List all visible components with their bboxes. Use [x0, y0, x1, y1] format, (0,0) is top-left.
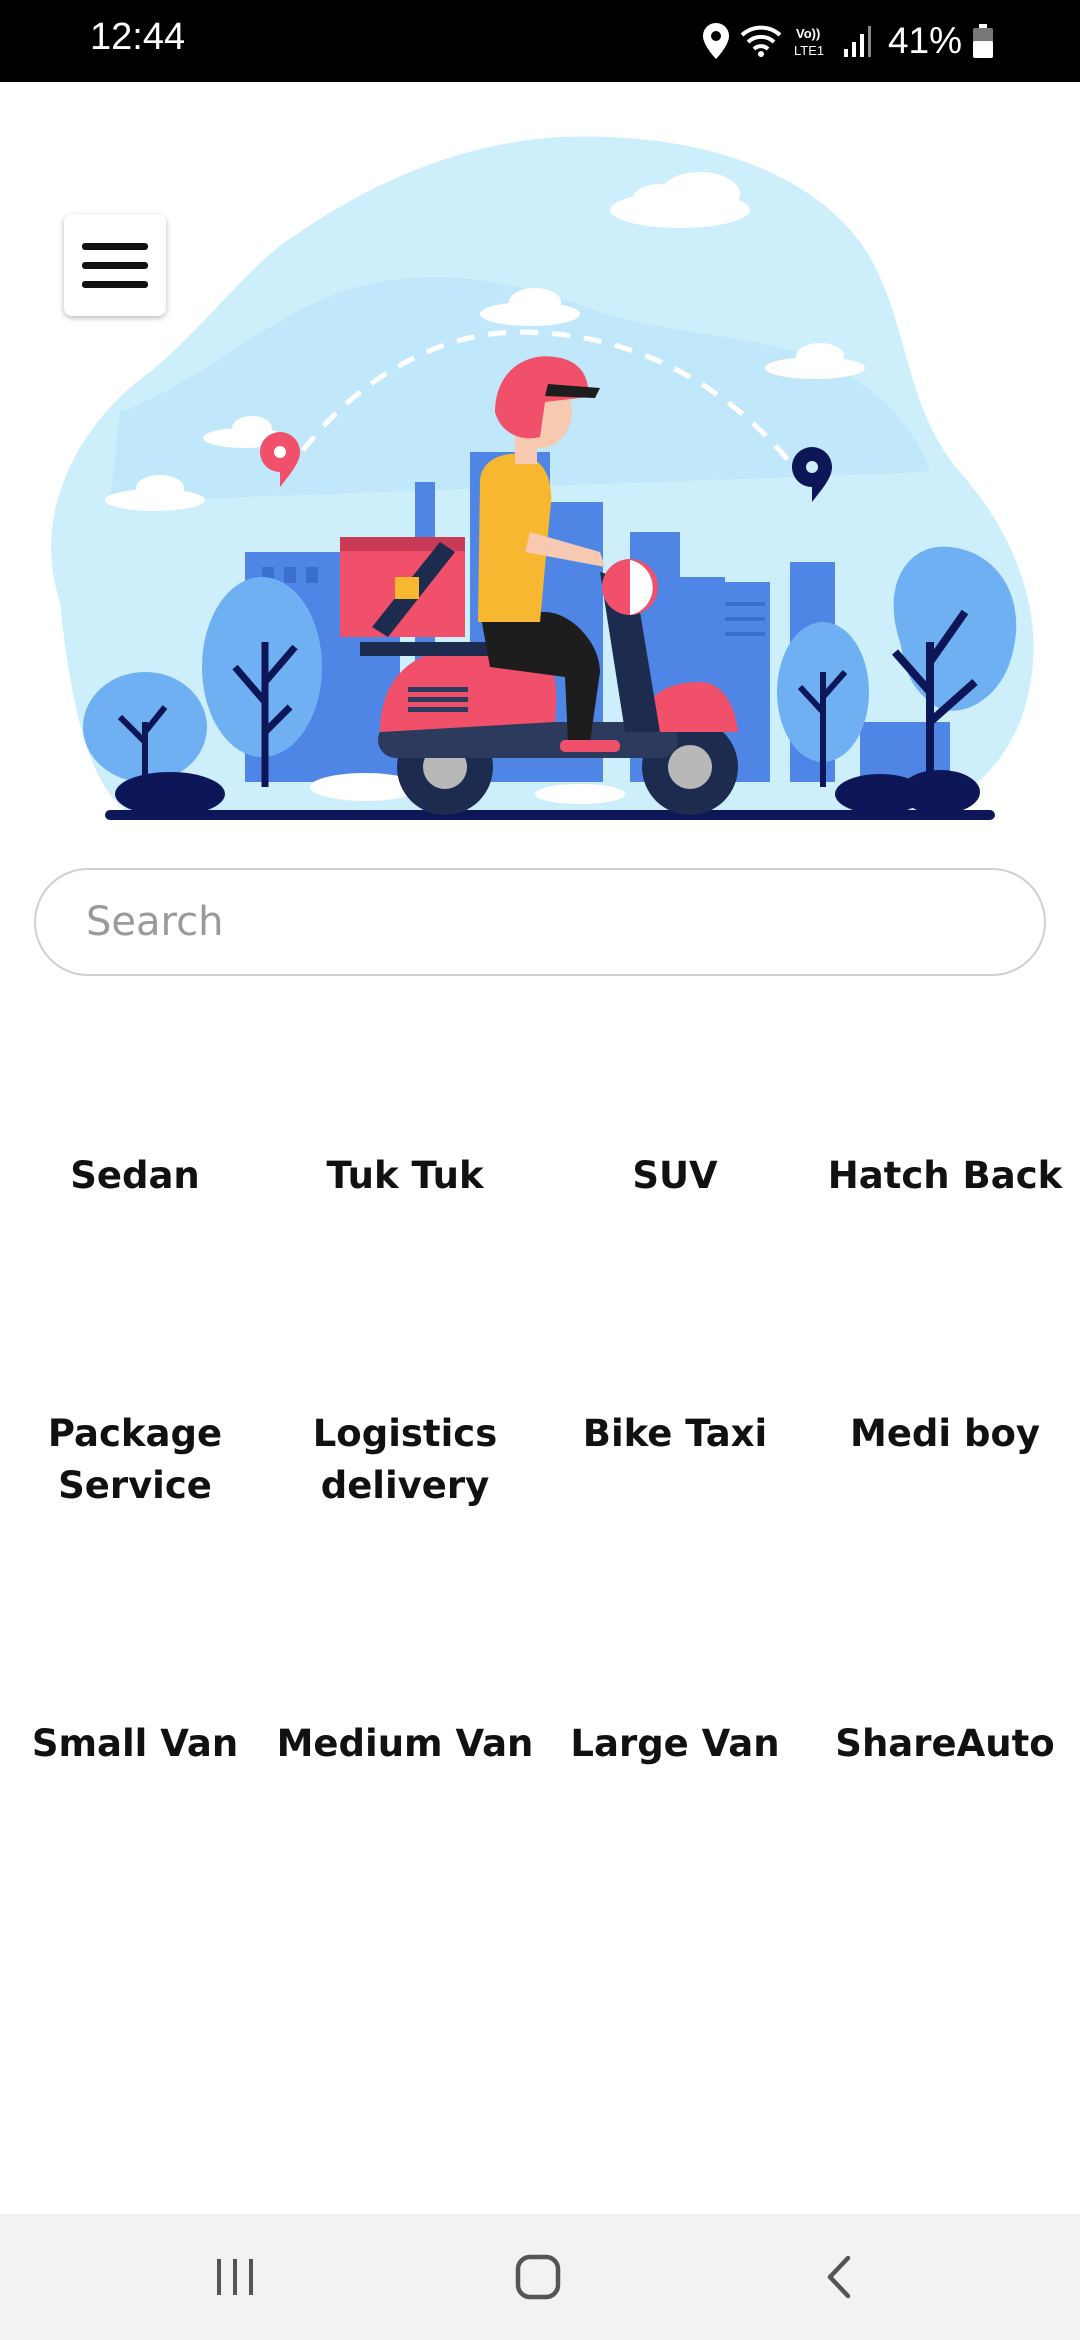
search-box	[34, 868, 1046, 976]
category-label: Hatch Back	[827, 1154, 1063, 1197]
category-label: SUV	[632, 1154, 718, 1197]
category-label: Sedan	[70, 1154, 200, 1197]
status-bar: 12:44 Vo)) LTE1 41%	[0, 0, 1080, 82]
hamburger-menu-icon-line	[82, 261, 148, 269]
category-image	[60, 1000, 210, 1150]
svg-text:Vo)): Vo))	[796, 26, 820, 41]
back-icon	[827, 2255, 851, 2299]
category-image	[330, 1258, 480, 1408]
category-sedan[interactable]: Sedan	[0, 1000, 270, 1202]
recent-apps-icon	[217, 2259, 253, 2295]
hamburger-menu-icon	[82, 242, 148, 250]
delivery-scooter-illustration	[51, 136, 1034, 820]
battery-percent: 41%	[887, 20, 962, 61]
category-medi-boy[interactable]: Medi boy	[810, 1258, 1080, 1460]
category-logistics-delivery[interactable]: Logistics delivery	[270, 1258, 540, 1512]
hamburger-menu-icon-line	[82, 280, 148, 288]
category-label: Large Van	[570, 1722, 780, 1765]
hero-illustration	[0, 82, 1080, 852]
category-image	[870, 1568, 1020, 1718]
home-icon	[515, 2254, 561, 2300]
category-image	[330, 1568, 480, 1718]
category-label: Package Service	[47, 1412, 223, 1507]
category-medium-van[interactable]: Medium Van	[270, 1568, 540, 1770]
search-input[interactable]	[36, 870, 1044, 974]
category-image	[330, 1000, 480, 1150]
recent-apps-button[interactable]	[175, 2242, 295, 2312]
home-button[interactable]	[478, 2242, 598, 2312]
category-package-service[interactable]: Package Service	[0, 1258, 270, 1512]
category-image	[60, 1258, 210, 1408]
category-hatch-back[interactable]: Hatch Back	[810, 1000, 1080, 1202]
category-share-auto[interactable]: ShareAuto	[810, 1568, 1080, 1770]
volte-icon: Vo)) LTE1	[792, 23, 832, 59]
category-image	[60, 1568, 210, 1718]
category-suv[interactable]: SUV	[540, 1000, 810, 1202]
category-image	[600, 1568, 750, 1718]
category-image	[600, 1000, 750, 1150]
category-image	[870, 1000, 1020, 1150]
category-small-van[interactable]: Small Van	[0, 1568, 270, 1770]
category-label: Tuk Tuk	[326, 1154, 484, 1197]
location-icon	[702, 22, 730, 60]
back-button[interactable]	[780, 2242, 900, 2312]
battery-icon	[972, 23, 994, 59]
category-tuk-tuk[interactable]: Tuk Tuk	[270, 1000, 540, 1202]
system-nav-bar	[0, 2214, 1080, 2340]
category-image	[870, 1258, 1020, 1408]
status-time: 12:44	[90, 16, 186, 58]
svg-text:LTE1: LTE1	[794, 43, 824, 58]
category-bike-taxi[interactable]: Bike Taxi	[540, 1258, 810, 1460]
category-label: Small Van	[31, 1722, 239, 1765]
signal-icon	[842, 23, 872, 59]
wifi-icon	[740, 23, 782, 59]
category-label: Medi boy	[850, 1412, 1040, 1455]
category-image	[600, 1258, 750, 1408]
menu-button[interactable]	[64, 214, 166, 316]
category-label: Logistics delivery	[312, 1412, 498, 1507]
category-large-van[interactable]: Large Van	[540, 1568, 810, 1770]
status-icons: Vo)) LTE1 41%	[702, 14, 994, 68]
category-label: ShareAuto	[835, 1722, 1055, 1765]
category-label: Medium Van	[276, 1722, 534, 1765]
category-label: Bike Taxi	[582, 1412, 768, 1455]
